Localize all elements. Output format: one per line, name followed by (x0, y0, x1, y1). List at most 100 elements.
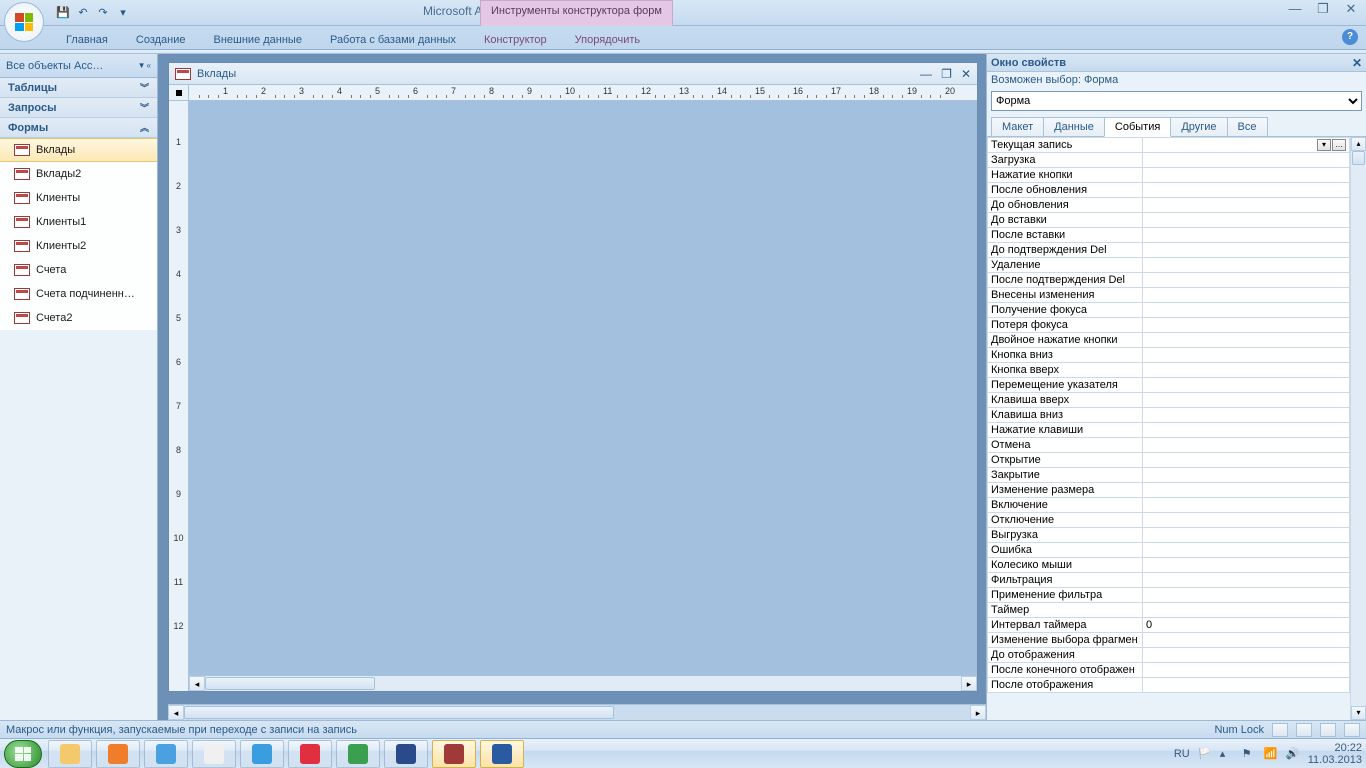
taskbar-app-opera[interactable] (288, 740, 332, 768)
taskbar-app-chrome[interactable] (192, 740, 236, 768)
property-value[interactable] (1143, 243, 1350, 258)
property-name[interactable]: Изменение выбора фрагмен (988, 633, 1143, 648)
mdi-scroll-left-icon[interactable]: ◂ (168, 705, 184, 720)
horizontal-ruler[interactable]: 1234567891011121314151617181920 (189, 85, 977, 101)
property-value[interactable]: ▾… (1143, 138, 1350, 153)
ribbon-context-tab[interactable]: Конструктор (470, 31, 561, 49)
property-value[interactable] (1143, 648, 1350, 663)
tray-lang[interactable]: RU (1174, 748, 1190, 760)
nav-dropdown-icon[interactable]: ▼ (138, 61, 146, 70)
property-value[interactable] (1143, 678, 1350, 693)
property-value[interactable] (1143, 228, 1350, 243)
taskbar-app-explorer[interactable] (48, 740, 92, 768)
builder-icon[interactable]: … (1332, 139, 1346, 151)
nav-section-header[interactable]: Запросы︾ (0, 98, 157, 118)
scroll-thumb[interactable] (205, 677, 375, 690)
property-value[interactable] (1143, 198, 1350, 213)
property-name[interactable]: После отображения (988, 678, 1143, 693)
property-name[interactable]: Кнопка вверх (988, 363, 1143, 378)
property-value[interactable] (1143, 303, 1350, 318)
ribbon-tab[interactable]: Внешние данные (200, 31, 316, 49)
tray-clock[interactable]: 20:22 11.03.2013 (1308, 742, 1362, 766)
tray-flag-icon[interactable]: 🏳️ (1198, 747, 1212, 761)
property-name[interactable]: Клавиша вверх (988, 393, 1143, 408)
ribbon-tab[interactable]: Работа с базами данных (316, 31, 470, 49)
property-name[interactable]: Изменение размера (988, 483, 1143, 498)
property-value[interactable] (1143, 573, 1350, 588)
nav-section-header[interactable]: Таблицы︾ (0, 78, 157, 98)
nav-item[interactable]: Счета2 (0, 306, 157, 330)
property-value[interactable] (1143, 558, 1350, 573)
property-name[interactable]: Кнопка вниз (988, 348, 1143, 363)
nav-item[interactable]: Клиенты (0, 186, 157, 210)
property-name[interactable]: Таймер (988, 603, 1143, 618)
property-vscrollbar[interactable]: ▴ ▾ (1350, 137, 1366, 720)
property-tab[interactable]: Данные (1043, 117, 1105, 137)
form-minimize-button[interactable]: — (920, 67, 932, 81)
property-name[interactable]: Двойное нажатие кнопки (988, 333, 1143, 348)
nav-item[interactable]: Вклады2 (0, 162, 157, 186)
view-datasheet-icon[interactable] (1344, 723, 1360, 737)
vertical-ruler[interactable]: 123456789101112 (169, 85, 189, 691)
nav-item[interactable]: Вклады (0, 138, 157, 162)
property-name[interactable]: Отключение (988, 513, 1143, 528)
property-name[interactable]: До отображения (988, 648, 1143, 663)
property-name[interactable]: После обновления (988, 183, 1143, 198)
property-name[interactable]: До вставки (988, 213, 1143, 228)
property-value[interactable] (1143, 483, 1350, 498)
property-name[interactable]: Нажатие кнопки (988, 168, 1143, 183)
taskbar-app-vbox[interactable] (384, 740, 428, 768)
undo-icon[interactable]: ↶ (74, 4, 92, 22)
view-layout-icon[interactable] (1320, 723, 1336, 737)
save-icon[interactable]: 💾 (54, 4, 72, 22)
property-name[interactable]: Выгрузка (988, 528, 1143, 543)
property-value[interactable] (1143, 318, 1350, 333)
property-name[interactable]: Текущая запись (988, 138, 1143, 153)
help-icon[interactable]: ? (1342, 29, 1358, 45)
property-name[interactable]: После вставки (988, 228, 1143, 243)
ruler-selector[interactable] (169, 85, 188, 101)
property-name[interactable]: Загрузка (988, 153, 1143, 168)
tray-volume-icon[interactable]: 🔊 (1286, 747, 1300, 761)
ribbon-tab[interactable]: Главная (52, 31, 122, 49)
property-name[interactable]: Фильтрация (988, 573, 1143, 588)
taskbar-app-wmp[interactable] (96, 740, 140, 768)
tray-network-icon[interactable]: 📶 (1264, 747, 1278, 761)
property-value[interactable] (1143, 663, 1350, 678)
property-value[interactable] (1143, 183, 1350, 198)
property-value[interactable] (1143, 633, 1350, 648)
property-value[interactable] (1143, 588, 1350, 603)
property-value[interactable]: 0 (1143, 618, 1350, 633)
qat-dropdown-icon[interactable]: ▾ (114, 4, 132, 22)
close-button[interactable]: ✕ (1340, 2, 1362, 18)
property-value[interactable] (1143, 528, 1350, 543)
dropdown-icon[interactable]: ▾ (1317, 139, 1331, 151)
taskbar-app-paint[interactable] (144, 740, 188, 768)
property-value[interactable] (1143, 438, 1350, 453)
ribbon-tab[interactable]: Создание (122, 31, 200, 49)
taskbar-app-mail[interactable] (336, 740, 380, 768)
property-tab[interactable]: Другие (1170, 117, 1227, 137)
property-name[interactable]: До подтверждения Del (988, 243, 1143, 258)
property-name[interactable]: Интервал таймера (988, 618, 1143, 633)
redo-icon[interactable]: ↷ (94, 4, 112, 22)
tray-expand-icon[interactable]: ▴ (1220, 747, 1234, 761)
form-canvas[interactable] (189, 101, 977, 675)
nav-item[interactable]: Клиенты2 (0, 234, 157, 258)
property-value[interactable] (1143, 603, 1350, 618)
property-name[interactable]: Клавиша вниз (988, 408, 1143, 423)
taskbar-app-word[interactable] (480, 740, 524, 768)
property-name[interactable]: До обновления (988, 198, 1143, 213)
property-value[interactable] (1143, 348, 1350, 363)
property-name[interactable]: Внесены изменения (988, 288, 1143, 303)
property-value[interactable] (1143, 423, 1350, 438)
form-hscrollbar[interactable]: ◂ ▸ (189, 675, 977, 691)
property-name[interactable]: Ошибка (988, 543, 1143, 558)
nav-header[interactable]: Все объекты Acc… ▼« (0, 54, 157, 78)
property-name[interactable]: Потеря фокуса (988, 318, 1143, 333)
restore-button[interactable]: ❐ (1312, 2, 1334, 18)
property-value[interactable] (1143, 153, 1350, 168)
property-name[interactable]: Применение фильтра (988, 588, 1143, 603)
property-value[interactable] (1143, 453, 1350, 468)
property-name[interactable]: После конечного отображен (988, 663, 1143, 678)
